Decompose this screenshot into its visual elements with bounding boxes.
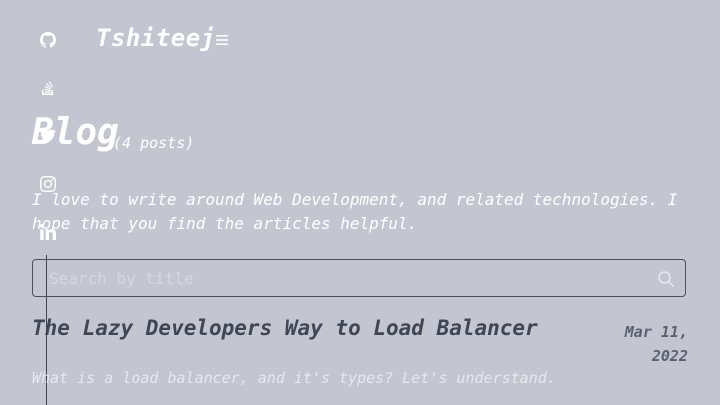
post-date: Mar 11, 2022 xyxy=(600,320,688,368)
search-box xyxy=(32,259,686,297)
search-icon[interactable] xyxy=(657,270,675,288)
post-title-link[interactable]: The Lazy Developers Way to Load Balancer xyxy=(32,316,538,340)
page-description: I love to write around Web Development, … xyxy=(32,190,678,233)
site-brand-link[interactable]: Tshiteej xyxy=(96,24,216,52)
hamburger-menu-icon[interactable] xyxy=(214,32,230,48)
github-icon[interactable] xyxy=(38,30,58,50)
post-count: (4 posts) xyxy=(113,134,195,152)
stackoverflow-icon[interactable] xyxy=(38,78,58,98)
post-date-year: 2022 xyxy=(651,347,688,365)
post-date-month-day: Mar 11, xyxy=(624,323,688,341)
search-input[interactable] xyxy=(49,260,639,296)
page-title: Blog xyxy=(32,112,119,153)
post-summary: What is a load balancer, and it's types?… xyxy=(32,369,556,387)
